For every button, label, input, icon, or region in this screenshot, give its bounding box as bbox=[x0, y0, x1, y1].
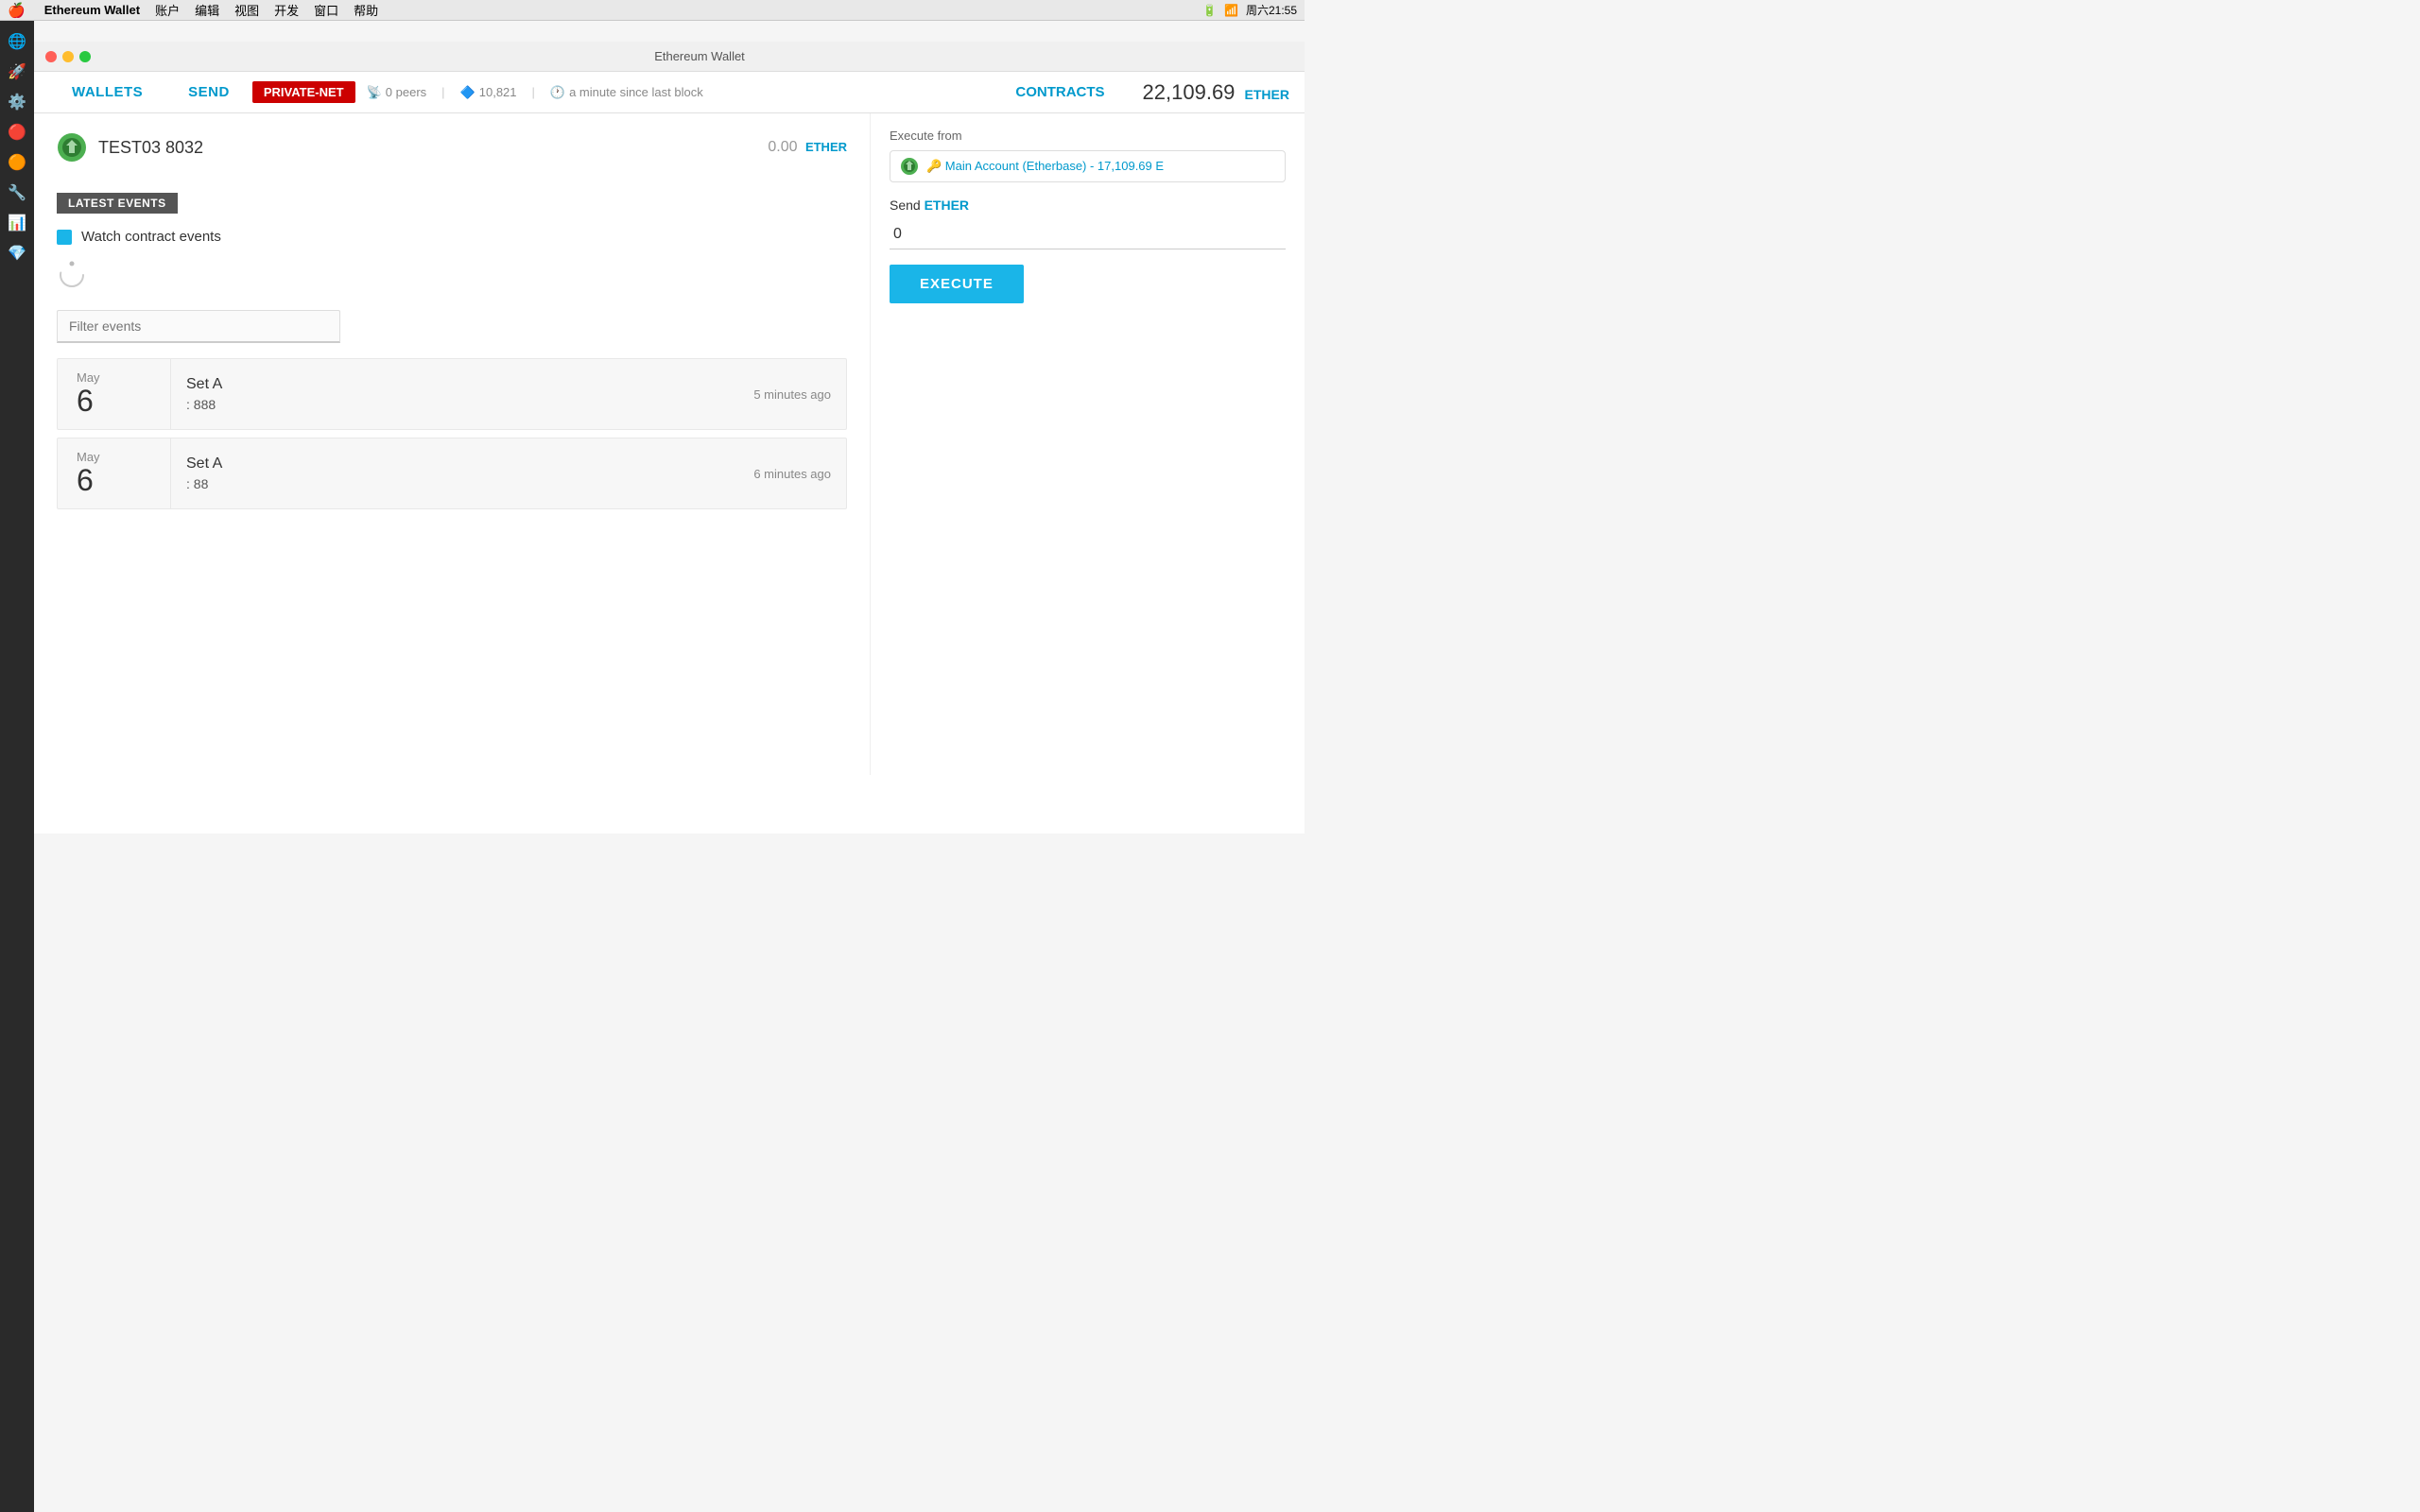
main-content: TEST03 8032 0.00 ETHER LATEST EVENTS Wat… bbox=[34, 113, 1305, 775]
right-panel: Execute from 🔑 Main Account (Etherbase) … bbox=[870, 113, 1305, 775]
event-value-0: : 888 bbox=[186, 397, 723, 412]
account-name: 🔑 Main Account (Etherbase) - 17,109.69 E bbox=[926, 159, 1164, 174]
send-nav[interactable]: SEND bbox=[165, 72, 252, 113]
separator-1: | bbox=[441, 85, 444, 99]
events-section: LATEST EVENTS Watch contract events bbox=[57, 193, 847, 509]
loading-spinner bbox=[57, 260, 847, 295]
spinner-svg bbox=[57, 260, 87, 290]
app-header: WALLETS SEND PRIVATE-NET 📡 0 peers | 🔷 1… bbox=[34, 72, 1305, 113]
peers-info: 📡 0 peers bbox=[367, 85, 427, 100]
sidebar-icon-7[interactable]: 💎 bbox=[4, 240, 30, 266]
contract-area: TEST03 8032 0.00 ETHER LATEST EVENTS Wat… bbox=[34, 113, 870, 775]
menu-accounts[interactable]: 账户 bbox=[155, 1, 180, 19]
event-time-1: 6 minutes ago bbox=[738, 438, 846, 508]
sidebar: 🌐 🚀 ⚙️ 🔴 🟠 🔧 📊 💎 bbox=[0, 21, 34, 1512]
event-month-0: May bbox=[77, 370, 100, 385]
menubar-items: 账户 编辑 视图 开发 窗口 帮助 bbox=[155, 1, 378, 19]
event-details-0: Set A : 888 bbox=[171, 359, 738, 429]
menubar: 🍎 Ethereum Wallet 账户 编辑 视图 开发 窗口 帮助 🔋 📶 … bbox=[0, 0, 1305, 21]
signal-icon: 📡 bbox=[367, 85, 382, 100]
private-net-badge: PRIVATE-NET bbox=[252, 81, 355, 103]
contract-balance: 0.00 ETHER bbox=[768, 139, 847, 156]
window-title: Ethereum Wallet bbox=[654, 49, 745, 63]
wallets-nav[interactable]: WALLETS bbox=[49, 72, 165, 113]
ether-amount-input[interactable] bbox=[890, 220, 1286, 249]
sidebar-icon-0[interactable]: 🌐 bbox=[4, 28, 30, 55]
watch-checkbox[interactable] bbox=[57, 230, 72, 245]
clock: 周六21:55 bbox=[1246, 2, 1297, 18]
event-entry-1: May 6 Set A : 88 6 minutes ago bbox=[57, 438, 847, 509]
event-details-1: Set A : 88 bbox=[171, 438, 738, 508]
send-ether-label: Send ETHER bbox=[890, 198, 1286, 213]
contract-icon bbox=[57, 132, 87, 163]
sidebar-icon-2[interactable]: ⚙️ bbox=[4, 89, 30, 115]
header-balance: 22,109.69 ETHER bbox=[1143, 80, 1289, 105]
events-header-label: LATEST EVENTS bbox=[57, 193, 178, 214]
watch-events-row: Watch contract events bbox=[57, 229, 847, 245]
separator-2: | bbox=[532, 85, 535, 99]
app-window: Ethereum Wallet WALLETS SEND PRIVATE-NET… bbox=[34, 42, 1305, 833]
event-name-0: Set A bbox=[186, 376, 723, 393]
sidebar-icon-6[interactable]: 📊 bbox=[4, 210, 30, 236]
filter-events-input[interactable] bbox=[57, 310, 340, 343]
menu-window[interactable]: 窗口 bbox=[314, 1, 338, 19]
execute-button[interactable]: EXECUTE bbox=[890, 265, 1024, 303]
event-date-1: May 6 bbox=[58, 438, 171, 508]
minimize-button[interactable] bbox=[62, 51, 74, 62]
block-icon: 🔷 bbox=[460, 85, 475, 100]
network-info: 📡 0 peers | 🔷 10,821 | 🕐 a minute since … bbox=[367, 85, 703, 100]
clock-icon: 🕐 bbox=[550, 85, 565, 100]
event-date-0: May 6 bbox=[58, 359, 171, 429]
event-month-1: May bbox=[77, 450, 100, 464]
menubar-right: 🔋 📶 周六21:55 bbox=[1202, 2, 1297, 18]
sidebar-icon-3[interactable]: 🔴 bbox=[4, 119, 30, 146]
menu-view[interactable]: 视图 bbox=[234, 1, 259, 19]
sidebar-icon-4[interactable]: 🟠 bbox=[4, 149, 30, 176]
send-ether-unit: ETHER bbox=[925, 198, 969, 213]
battery-icon: 🔋 bbox=[1202, 4, 1217, 17]
account-selector[interactable]: 🔑 Main Account (Etherbase) - 17,109.69 E bbox=[890, 150, 1286, 182]
event-day-1: 6 bbox=[77, 464, 94, 497]
account-avatar bbox=[900, 157, 919, 176]
app-name: Ethereum Wallet bbox=[44, 3, 140, 17]
close-button[interactable] bbox=[45, 51, 57, 62]
event-value-1: : 88 bbox=[186, 476, 723, 491]
maximize-button[interactable] bbox=[79, 51, 91, 62]
event-time-0: 5 minutes ago bbox=[738, 359, 846, 429]
contract-header: TEST03 8032 0.00 ETHER bbox=[57, 132, 847, 170]
menu-help[interactable]: 帮助 bbox=[354, 1, 378, 19]
traffic-lights bbox=[45, 51, 91, 62]
watch-label: Watch contract events bbox=[81, 229, 221, 245]
contracts-nav[interactable]: CONTRACTS bbox=[1000, 84, 1119, 100]
block-info: 🔷 10,821 bbox=[460, 85, 517, 100]
contract-name: TEST03 8032 bbox=[98, 138, 756, 158]
event-day-0: 6 bbox=[77, 385, 94, 418]
sidebar-icon-5[interactable]: 🔧 bbox=[4, 180, 30, 206]
header-nav: WALLETS SEND PRIVATE-NET 📡 0 peers | 🔷 1… bbox=[49, 72, 1000, 113]
event-entry-0: May 6 Set A : 888 5 minutes ago bbox=[57, 358, 847, 430]
execute-from-label: Execute from bbox=[890, 129, 1286, 143]
menu-develop[interactable]: 开发 bbox=[274, 1, 299, 19]
menu-edit[interactable]: 编辑 bbox=[195, 1, 219, 19]
apple-menu[interactable]: 🍎 bbox=[8, 2, 26, 19]
titlebar: Ethereum Wallet bbox=[34, 42, 1305, 72]
sidebar-icon-1[interactable]: 🚀 bbox=[4, 59, 30, 85]
time-info: 🕐 a minute since last block bbox=[550, 85, 703, 100]
wifi-icon: 📶 bbox=[1224, 4, 1238, 17]
event-name-1: Set A bbox=[186, 455, 723, 472]
